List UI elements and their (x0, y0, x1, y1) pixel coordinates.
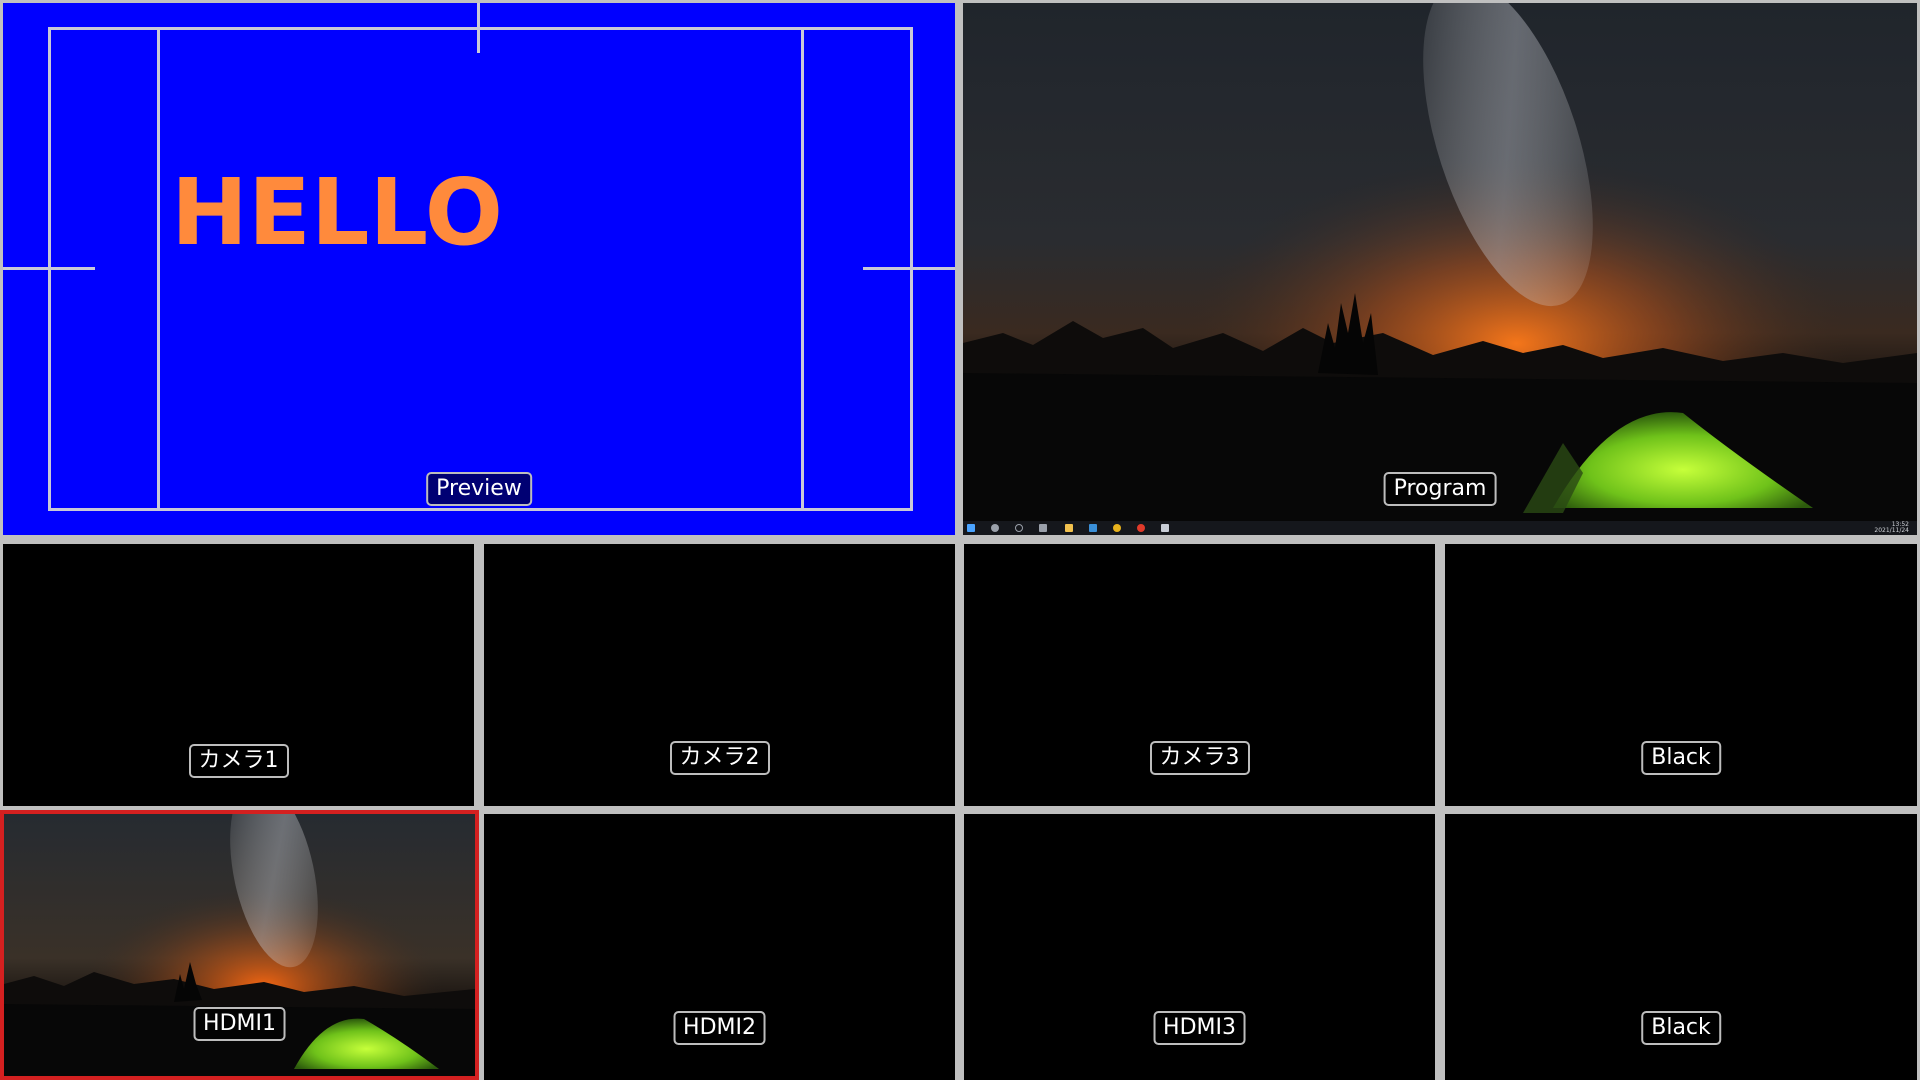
aspect-4x3-left-line (157, 27, 160, 511)
source-label: HDMI2 (673, 1011, 766, 1045)
source-tile-hdmi3[interactable]: HDMI3 (964, 814, 1435, 1080)
source-tile-camera3[interactable]: カメラ3 (964, 544, 1435, 806)
clock-date: 2021/11/24 (1874, 527, 1909, 534)
mail-icon (1089, 524, 1097, 532)
windows-start-icon (967, 524, 975, 532)
source-tile-hdmi1[interactable]: HDMI1 (0, 810, 479, 1080)
cortana-icon (1015, 524, 1023, 532)
source-tile-camera1[interactable]: カメラ1 (3, 544, 474, 806)
source-label: HDMI3 (1153, 1011, 1246, 1045)
preview-overlay-text: HELLO (171, 159, 504, 266)
source-tile-black-1[interactable]: Black (1445, 544, 1917, 806)
source-label: カメラ2 (669, 741, 770, 775)
preview-label: Preview (426, 472, 532, 506)
program-label: Program (1383, 472, 1497, 506)
source-label: カメラ3 (1149, 741, 1250, 775)
preview-pane[interactable]: HELLO Preview (3, 3, 955, 535)
source-tile-hdmi2[interactable]: HDMI2 (484, 814, 955, 1080)
source-tile-camera2[interactable]: カメラ2 (484, 544, 955, 806)
center-mark-top (477, 3, 480, 53)
app-icon-2 (1161, 524, 1169, 532)
task-view-icon (1039, 524, 1047, 532)
search-icon (991, 524, 999, 532)
night-sky-tent-image (963, 3, 1917, 535)
taskbar-clock: 13:52 2021/11/24 (1874, 522, 1909, 534)
program-pane[interactable]: 13:52 2021/11/24 Program (963, 3, 1917, 535)
source-tile-black-2[interactable]: Black (1445, 814, 1917, 1080)
source-label: Black (1641, 741, 1721, 775)
title-safe-bottom-line (48, 508, 913, 511)
center-mark-right (863, 267, 955, 270)
source-label: カメラ1 (188, 744, 289, 778)
aspect-4x3-right-line (801, 27, 804, 511)
center-mark-left (3, 267, 95, 270)
app-icon (1137, 524, 1145, 532)
file-explorer-icon (1065, 524, 1073, 532)
source-label: HDMI1 (193, 1007, 286, 1041)
chrome-icon (1113, 524, 1121, 532)
windows-taskbar: 13:52 2021/11/24 (963, 521, 1917, 535)
title-safe-top-line (48, 27, 913, 30)
source-label: Black (1641, 1011, 1721, 1045)
